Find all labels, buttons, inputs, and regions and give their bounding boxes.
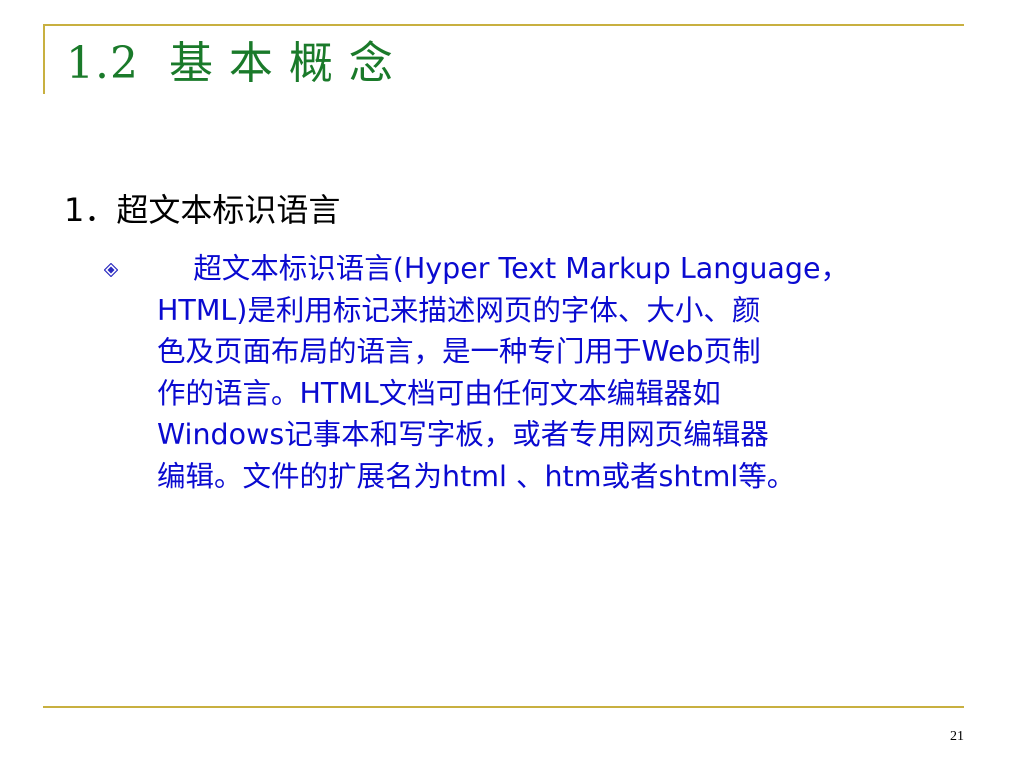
bullet-paragraph: 超文本标识语言(Hyper Text Markup Language， HTML… [157,248,977,497]
slide: 1.2 基 本 概 念 1．超文本标识语言 超文本标识语言(Hyper Text… [0,0,1024,768]
paragraph-line: HTML)是利用标记来描述网页的字体、大小、颜 [157,293,761,327]
paragraph-line: 色及页面布局的语言，是一种专门用于Web页制 [157,335,761,368]
paragraph-line: 作的语言。HTML文档可由任何文本编辑器如 [157,376,721,410]
frame-left-rule [43,24,45,94]
section-heading: 1．超文本标识语言 [64,191,341,229]
diamond-bullet-icon [103,262,119,278]
frame-bottom-rule [43,706,964,708]
paragraph-line: 超文本标识语言(Hyper Text Markup Language， [157,252,850,285]
paragraph-line: Windows记事本和写字板，或者专用网页编辑器 [157,418,769,451]
slide-title: 1.2 基 本 概 念 [66,38,394,89]
page-number: 21 [950,729,964,744]
frame-top-rule [43,24,964,26]
paragraph-line: 编辑。文件的扩展名为html 、htm或者shtml等。 [157,459,796,493]
